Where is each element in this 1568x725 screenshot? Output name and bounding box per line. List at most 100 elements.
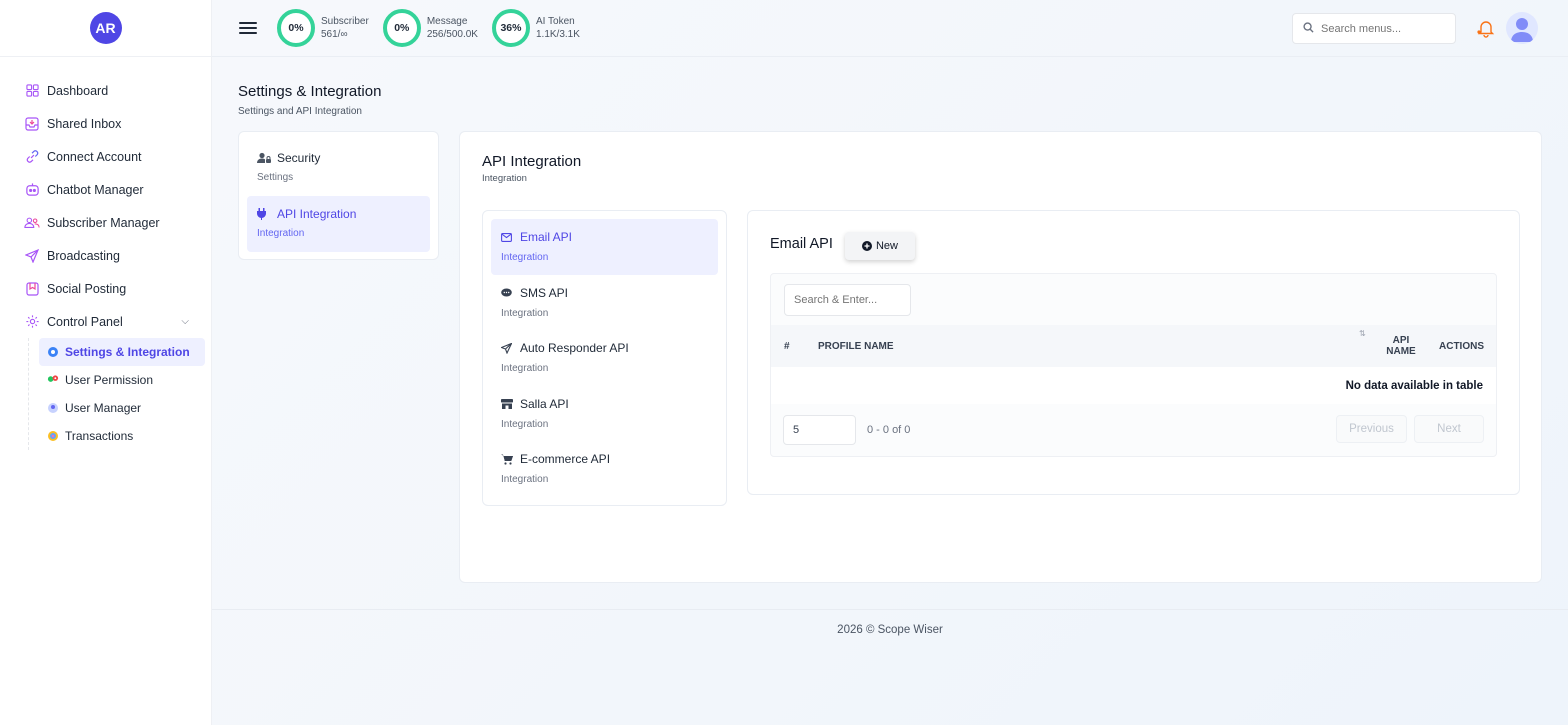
page-size-select[interactable]: 5 (783, 415, 856, 445)
stat-label: Message (426, 16, 468, 27)
topbar: 0% Subscriber 561/∞ 0% Message 256/500.0… (212, 0, 1568, 57)
sidebar-item-shared-inbox[interactable]: Shared Inbox (0, 107, 211, 140)
progress-ring: 0% (277, 9, 315, 47)
search-icon (1303, 20, 1314, 38)
sidebar-subitem-transactions[interactable]: Transactions (39, 422, 205, 450)
table-empty-row: No data available in table (771, 367, 1496, 404)
menu-search-input[interactable] (1321, 22, 1441, 35)
user-manager-icon (47, 402, 59, 414)
sort-icon[interactable]: ⇅ (1359, 329, 1366, 338)
sidebar-item-label: Connect Account (47, 149, 142, 164)
api-item-title: SMS API (520, 285, 569, 300)
column-header-index[interactable]: # (784, 325, 790, 367)
plug-icon (257, 208, 271, 220)
settings-menu-sub: Integration (257, 228, 305, 239)
settings-menu-api-integration[interactable]: API Integration Integration (247, 196, 430, 252)
bot-icon (24, 182, 40, 198)
cog-icon (47, 346, 59, 358)
api-item-title: Auto Responder API (520, 341, 629, 355)
user-lock-icon (257, 152, 271, 164)
column-header-api-name[interactable]: API NAME (1381, 325, 1421, 367)
chevron-down-icon[interactable]: ⌵ (181, 316, 189, 327)
settings-menu-security[interactable]: Security Settings (247, 140, 430, 196)
stat-label: Subscriber (321, 16, 369, 27)
sidebar-item-broadcasting[interactable]: Broadcasting (0, 239, 211, 272)
sidebar-item-dashboard[interactable]: Dashboard (0, 74, 211, 107)
previous-page-button[interactable]: Previous (1336, 415, 1407, 443)
sidebar-item-label: Shared Inbox (47, 116, 122, 131)
page-title: Settings & Integration (238, 83, 382, 100)
progress-ring: 0% (382, 9, 421, 47)
stat-value: 561/∞ (321, 29, 348, 40)
stat-ai-token: 36% AI Token 1.1K/3.1K (491, 9, 580, 47)
send-icon (24, 248, 40, 264)
stat-label: AI Token (535, 16, 575, 27)
menu-toggle-icon[interactable] (239, 19, 257, 37)
avatar[interactable] (1506, 12, 1538, 44)
sidebar-subitem-user-permission[interactable]: User Permission (39, 366, 205, 394)
store-icon (501, 398, 513, 409)
api-item-sub: Integration (501, 418, 549, 430)
section-subtitle: Integration (482, 173, 527, 184)
api-item-sub: Integration (501, 363, 549, 374)
sidebar-item-label: Chatbot Manager (47, 182, 144, 197)
new-button-label: New (875, 240, 898, 252)
users-icon (24, 215, 40, 231)
api-item-auto-responder[interactable]: Auto Responder API Integration (491, 330, 718, 386)
cart-icon (501, 454, 513, 465)
sidebar-item-subscriber-manager[interactable]: Subscriber Manager (0, 206, 211, 239)
gear-icon (24, 314, 40, 330)
footer-divider (212, 609, 1568, 610)
column-header-profile-name[interactable]: PROFILE NAME (818, 325, 894, 367)
stat-message: 0% Message 256/500.0K (382, 9, 478, 47)
pagination: 5 0 - 0 of 0 Previous Next (771, 404, 1496, 456)
email-api-panel: Email API New # PROFILE NAME ⇅ API NAME … (747, 210, 1520, 495)
api-item-title: Email API (520, 230, 573, 244)
sidebar-item-label: Dashboard (47, 83, 109, 98)
menu-search[interactable] (1292, 13, 1456, 44)
sidebar-item-chatbot-manager[interactable]: Chatbot Manager (0, 173, 211, 206)
page-info: 0 - 0 of 0 (867, 424, 911, 436)
sidebar-item-control-panel[interactable]: Control Panel ⌵ (0, 305, 211, 338)
paper-plane-icon (501, 342, 513, 354)
sidebar-item-label: Subscriber Manager (47, 215, 160, 230)
settings-menu-title: Security (277, 151, 321, 165)
table-header: # PROFILE NAME ⇅ API NAME ACTIONS (771, 325, 1496, 367)
transactions-icon (47, 430, 59, 442)
sidebar-subitem-label: User Permission (65, 373, 154, 387)
sidebar-item-label: Broadcasting (47, 248, 120, 263)
sidebar-subitem-label: Settings & Integration (65, 345, 190, 359)
api-item-title: Salla API (520, 396, 569, 411)
settings-menu-sub: Settings (257, 172, 294, 183)
brand-logo[interactable]: AR (89, 12, 122, 44)
settings-menu-card: Security Settings API Integration Integr… (238, 131, 439, 260)
column-header-actions: ACTIONS (1439, 340, 1484, 352)
stat-value: 256/500.0K (426, 29, 478, 40)
sidebar-subitem-user-manager[interactable]: User Manager (39, 394, 205, 422)
data-table: # PROFILE NAME ⇅ API NAME ACTIONS No dat… (770, 273, 1497, 457)
api-item-ecommerce[interactable]: E-commerce API Integration (491, 441, 718, 497)
footer-copyright: 2026 © Scope Wiser (837, 624, 943, 636)
api-item-salla[interactable]: Salla API Integration (491, 386, 718, 442)
envelope-icon (501, 232, 513, 242)
link-icon (24, 149, 40, 165)
page-subtitle: Settings and API Integration (238, 106, 362, 117)
bell-icon[interactable] (1476, 18, 1496, 43)
api-item-sms[interactable]: SMS API Integration (491, 275, 718, 331)
table-search-input[interactable] (784, 284, 911, 316)
api-item-email[interactable]: Email API Integration (491, 219, 718, 275)
sidebar-nav: Dashboard Shared Inbox Connect Account C… (0, 57, 211, 450)
new-button[interactable]: New (845, 232, 915, 260)
sidebar-item-connect-account[interactable]: Connect Account (0, 140, 211, 173)
grid-icon (24, 83, 40, 99)
logo-area: AR (0, 0, 211, 57)
next-page-button[interactable]: Next (1414, 415, 1484, 443)
sidebar-item-social-posting[interactable]: Social Posting (0, 272, 211, 305)
api-item-sub: Integration (501, 307, 549, 319)
sidebar-subitem-label: Transactions (65, 429, 134, 443)
section-title: API Integration (482, 153, 582, 170)
api-item-sub: Integration (501, 252, 549, 263)
inbox-icon (24, 116, 40, 132)
api-list: Email API Integration SMS API Integratio… (482, 210, 727, 506)
sidebar-subitem-settings-integration[interactable]: Settings & Integration (39, 338, 205, 366)
